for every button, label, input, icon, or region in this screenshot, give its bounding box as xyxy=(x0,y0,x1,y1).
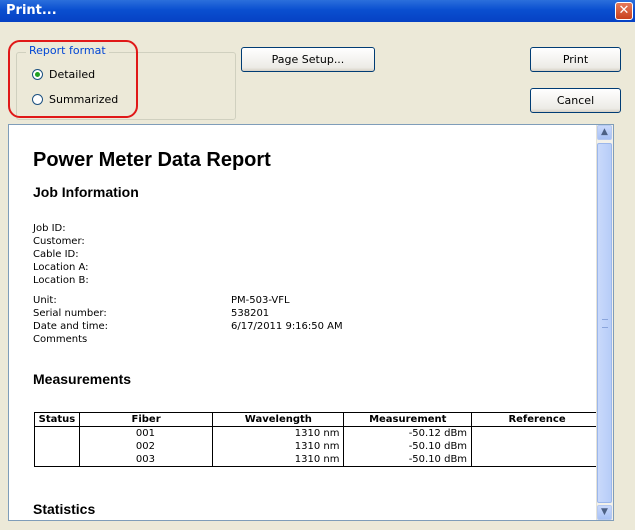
vertical-scrollbar[interactable]: ▲ ▼ xyxy=(596,125,613,520)
close-icon[interactable]: ✕ xyxy=(615,2,633,20)
measurements-table: Status Fiber Wavelength Measurement Refe… xyxy=(34,412,603,467)
field-label: Comments xyxy=(33,334,88,345)
cell-status xyxy=(34,440,80,453)
cell-status xyxy=(34,453,80,467)
table-row: 003 1310 nm -50.10 dBm xyxy=(34,453,603,467)
cell-status xyxy=(34,426,80,440)
cancel-button[interactable]: Cancel xyxy=(530,88,621,113)
cell-fiber: 002 xyxy=(78,440,214,453)
table-row: 002 1310 nm -50.10 dBm xyxy=(34,440,603,453)
field-label: Customer: xyxy=(33,236,85,247)
print-dialog: Print... ✕ Report format Detailed Summar… xyxy=(0,0,635,530)
title-bar[interactable]: Print... ✕ xyxy=(0,0,635,22)
column-header-fiber: Fiber xyxy=(78,412,214,427)
cell-fiber: 001 xyxy=(78,426,214,440)
field-label: Unit: xyxy=(33,295,57,306)
cell-wavelength: 1310 nm xyxy=(212,453,345,467)
field-value: PM-503-VFL xyxy=(231,295,290,306)
cell-measurement: -50.10 dBm xyxy=(343,440,473,453)
cell-fiber: 003 xyxy=(78,453,214,467)
measurements-heading: Measurements xyxy=(33,371,132,387)
field-label: Date and time: xyxy=(33,321,109,332)
field-label: Location B: xyxy=(33,275,89,286)
cell-reference xyxy=(471,453,603,467)
window-title: Print... xyxy=(6,3,57,18)
scrollbar-thumb[interactable] xyxy=(597,143,612,503)
cell-wavelength: 1310 nm xyxy=(212,440,345,453)
field-label: Serial number: xyxy=(33,308,107,319)
field-value: 6/17/2011 9:16:50 AM xyxy=(231,321,343,332)
annotation-highlight xyxy=(8,40,138,118)
column-header-measurement: Measurement xyxy=(343,412,473,427)
table-row: 001 1310 nm -50.12 dBm xyxy=(34,426,603,440)
table-header-row: Status Fiber Wavelength Measurement Refe… xyxy=(34,412,603,427)
scroll-down-icon[interactable]: ▼ xyxy=(597,505,612,520)
statistics-heading: Statistics xyxy=(33,501,96,517)
cell-wavelength: 1310 nm xyxy=(212,426,345,440)
field-label: Location A: xyxy=(33,262,89,273)
cell-measurement: -50.10 dBm xyxy=(343,453,473,467)
field-label: Cable ID: xyxy=(33,249,79,260)
page-setup-button[interactable]: Page Setup... xyxy=(241,47,375,72)
cell-reference xyxy=(471,426,603,440)
column-header-wavelength: Wavelength xyxy=(212,412,345,427)
report-title: Power Meter Data Report xyxy=(33,149,271,171)
job-information-heading: Job Information xyxy=(33,184,139,200)
report-preview[interactable]: Power Meter Data Report Job Information … xyxy=(8,124,614,521)
field-label: Job ID: xyxy=(33,223,66,234)
grip-icon xyxy=(602,319,608,328)
print-button[interactable]: Print xyxy=(530,47,621,72)
column-header-reference: Reference xyxy=(471,412,603,427)
field-value: 538201 xyxy=(231,308,270,319)
column-header-status: Status xyxy=(34,412,80,427)
scroll-up-icon[interactable]: ▲ xyxy=(597,125,612,140)
cell-measurement: -50.12 dBm xyxy=(343,426,473,440)
cell-reference xyxy=(471,440,603,453)
